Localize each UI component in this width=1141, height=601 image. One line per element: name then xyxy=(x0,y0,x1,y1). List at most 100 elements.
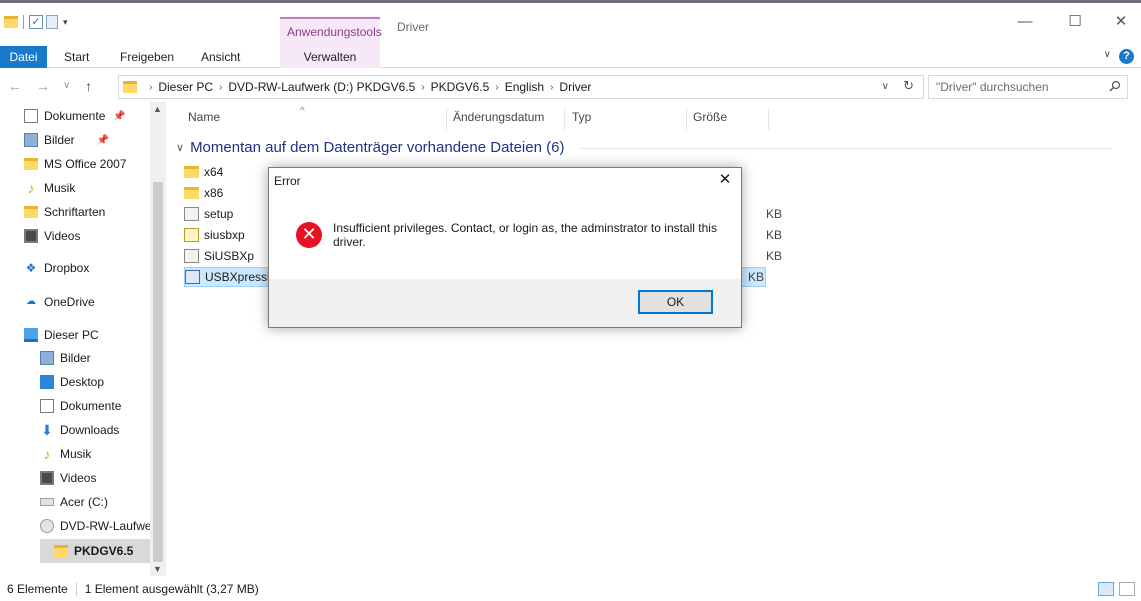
nav-item-label: DVD-RW-Laufwe xyxy=(60,519,150,533)
large-icons-view-icon[interactable] xyxy=(1119,582,1135,596)
nav-item-bilder-pc[interactable]: Bilder xyxy=(40,346,150,370)
column-divider[interactable] xyxy=(768,108,769,130)
file-size: KB xyxy=(766,228,783,242)
pin-icon: 📌 xyxy=(96,134,110,146)
nav-scrollbar[interactable]: ▲ ▼ xyxy=(150,102,166,576)
nav-item-downloads[interactable]: ⬇ Downloads xyxy=(40,418,150,442)
nav-item-dokumente-pc[interactable]: Dokumente xyxy=(40,394,150,418)
new-folder-icon[interactable] xyxy=(46,15,58,29)
collapse-group-icon[interactable]: ∨ xyxy=(176,141,184,154)
quick-access-toolbar: ✓ ▾ xyxy=(4,12,68,32)
tab-freigeben[interactable]: Freigeben xyxy=(120,46,174,68)
column-divider[interactable] xyxy=(686,108,687,130)
file-name: SiUSBXp xyxy=(204,249,255,263)
group-divider xyxy=(581,148,1111,149)
column-header-name-label: Name xyxy=(188,110,221,124)
address-bar[interactable]: › Dieser PC › DVD-RW-Laufwerk (D:) PKDGV… xyxy=(118,75,924,99)
context-tab-header: Anwendungstools xyxy=(280,17,382,46)
back-button[interactable]: ← xyxy=(8,78,22,94)
group-header[interactable]: ∨ Momentan auf dem Datenträger vorhanden… xyxy=(176,139,564,156)
folder-icon xyxy=(54,545,68,557)
nav-item-desktop[interactable]: Desktop xyxy=(40,370,150,394)
nav-item-videos-pc[interactable]: Videos xyxy=(40,466,150,490)
column-header-type[interactable]: Typ xyxy=(572,110,591,130)
computer-icon xyxy=(24,328,38,342)
file-row-x86[interactable]: x86 xyxy=(184,183,223,203)
document-icon xyxy=(24,109,38,123)
error-dialog: Error ✕ ✕ Insufficient privileges. Conta… xyxy=(268,167,742,328)
column-header-date[interactable]: Änderungsdatum xyxy=(453,110,544,130)
address-row: ← → ∨ ↑ › Dieser PC › DVD-RW-Laufwerk (D… xyxy=(0,70,1141,102)
file-row-x64[interactable]: x64 xyxy=(184,162,223,182)
ok-button[interactable]: OK xyxy=(638,290,713,314)
details-view-icon[interactable] xyxy=(1098,582,1114,596)
file-size: KB xyxy=(766,249,783,263)
tab-datei[interactable]: Datei xyxy=(0,46,47,68)
document-icon xyxy=(40,399,54,413)
breadcrumb-driver[interactable]: Driver xyxy=(559,80,591,94)
nav-item-dvd-drive[interactable]: DVD-RW-Laufwe xyxy=(40,514,150,538)
dialog-close-button[interactable]: ✕ xyxy=(715,170,735,188)
maximize-button[interactable]: ☐ xyxy=(1065,12,1085,32)
up-button[interactable]: ↑ xyxy=(85,78,92,94)
file-name: setup xyxy=(204,207,234,221)
nav-item-label: Bilder xyxy=(60,351,91,365)
help-icon[interactable]: ? xyxy=(1119,49,1134,64)
pictures-icon xyxy=(24,133,38,147)
properties-icon[interactable]: ✓ xyxy=(29,15,43,29)
onedrive-icon: ☁ xyxy=(26,296,36,307)
pictures-icon xyxy=(40,351,54,365)
folder-icon xyxy=(123,81,137,93)
nav-item-label: Musik xyxy=(60,447,92,461)
folder-icon xyxy=(24,158,38,170)
refresh-icon[interactable]: ↻ xyxy=(903,78,914,94)
address-dropdown-icon[interactable]: ∨ xyxy=(882,81,889,92)
breadcrumb-dvd-drive[interactable]: DVD-RW-Laufwerk (D:) PKDGV6.5 xyxy=(228,80,415,94)
scroll-down-icon[interactable]: ▼ xyxy=(153,564,162,574)
expand-ribbon-icon[interactable]: ∨ xyxy=(1104,49,1111,60)
nav-scroll-thumb[interactable] xyxy=(153,182,163,562)
customize-toolbar-icon[interactable]: ▾ xyxy=(63,17,68,28)
breadcrumb-english[interactable]: English xyxy=(505,80,544,94)
recent-locations-button[interactable]: ∨ xyxy=(63,80,70,91)
minimize-button[interactable]: — xyxy=(1015,12,1035,32)
breadcrumb-separator: › xyxy=(421,81,425,93)
nav-item-label: Videos xyxy=(44,229,81,243)
window-title: Driver xyxy=(397,20,429,34)
nav-item-label: Schriftarten xyxy=(44,205,106,219)
column-divider[interactable] xyxy=(446,108,447,130)
breadcrumb-pkdgv[interactable]: PKDGV6.5 xyxy=(431,80,490,94)
sys-file-icon xyxy=(184,249,199,263)
column-header-size[interactable]: Größe xyxy=(693,110,727,130)
breadcrumb-dieser-pc[interactable]: Dieser PC xyxy=(158,80,213,94)
search-input[interactable] xyxy=(929,76,1099,98)
forward-button[interactable]: → xyxy=(36,78,50,94)
column-divider[interactable] xyxy=(564,108,565,130)
file-name: x64 xyxy=(204,165,224,179)
nav-item-label: Musik xyxy=(44,181,76,195)
breadcrumb-separator: › xyxy=(550,81,554,93)
status-bar: 6 Elemente 1 Element ausgewählt (3,27 MB… xyxy=(0,576,1141,601)
nav-item-musik-pc[interactable]: ♪ Musik xyxy=(40,442,150,466)
search-icon[interactable] xyxy=(1109,80,1121,92)
dialog-title: Error xyxy=(274,174,301,188)
exe-file-icon xyxy=(185,270,200,284)
tab-start[interactable]: Start xyxy=(64,46,89,68)
inf-file-icon xyxy=(184,228,199,242)
close-button[interactable]: ✕ xyxy=(1111,12,1131,32)
folder-icon xyxy=(4,16,18,28)
nav-item-label: Dokumente xyxy=(44,109,106,123)
nav-item-label: Videos xyxy=(60,471,97,485)
nav-item-label: Acer (C:) xyxy=(60,495,108,509)
tab-verwalten[interactable]: Verwalten xyxy=(280,46,380,68)
folder-icon xyxy=(24,206,38,218)
drive-icon xyxy=(40,498,54,506)
column-header-name[interactable]: Name ^ xyxy=(188,106,305,130)
nav-item-label: Dokumente xyxy=(60,399,122,413)
nav-item-pkdgv[interactable]: PKDGV6.5 xyxy=(40,539,150,563)
scroll-up-icon[interactable]: ▲ xyxy=(153,104,162,114)
nav-item-acer-drive[interactable]: Acer (C:) xyxy=(40,490,150,514)
file-size: KB xyxy=(748,270,765,284)
item-count: 6 Elemente xyxy=(7,581,68,596)
tab-ansicht[interactable]: Ansicht xyxy=(201,46,240,68)
